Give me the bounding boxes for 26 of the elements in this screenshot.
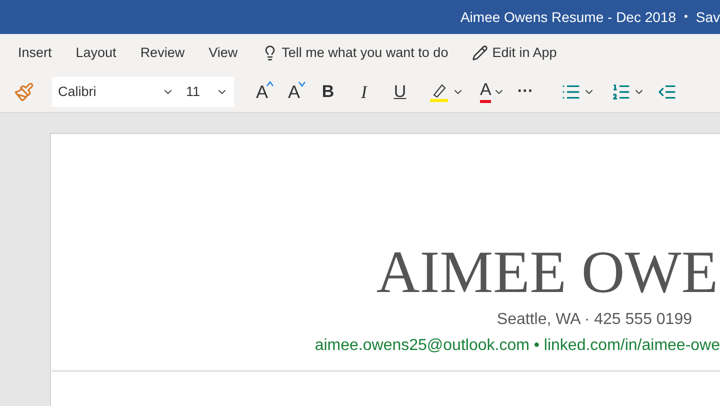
underline-button[interactable]: U (382, 78, 418, 106)
font-color-button[interactable]: A (474, 78, 512, 106)
ribbon-tab[interactable]: View (208, 42, 238, 64)
edit-in-app-button[interactable]: Edit in App (472, 42, 557, 64)
more-button[interactable]: ··· (511, 78, 540, 106)
ribbon-tab[interactable]: Layout (76, 42, 116, 64)
tell-me-search[interactable]: Tell me what you want to do (262, 42, 448, 64)
resume-name: AIMEE OWE (376, 240, 718, 304)
paintbrush-icon (14, 82, 34, 102)
window-title: Aimee Owens Resume - Dec 2018 (460, 8, 676, 26)
shrink-font-button[interactable]: A (278, 78, 310, 106)
separator-dot: • (684, 10, 688, 25)
contact-links: aimee.owens25@outlook.com • linked.com/in/aimee-owe (314, 336, 720, 356)
italic-button[interactable]: I (346, 78, 382, 106)
pencil-icon (472, 45, 488, 61)
font-field[interactable]: Calibri (52, 77, 180, 107)
save-status: Sav (696, 8, 720, 26)
caret-up-icon (266, 80, 274, 88)
numbered-list-icon (611, 82, 632, 102)
ribbon-tab[interactable]: Review (140, 42, 185, 64)
ribbon-tab[interactable]: Insert (18, 42, 52, 64)
font-size-field[interactable]: 11 (180, 77, 234, 107)
caret-down-icon (298, 80, 306, 88)
address-phone: Seattle, WA · 425 555 0199 (496, 310, 692, 330)
grow-font-button[interactable]: A (246, 78, 278, 106)
bold-button[interactable]: B (310, 78, 346, 106)
